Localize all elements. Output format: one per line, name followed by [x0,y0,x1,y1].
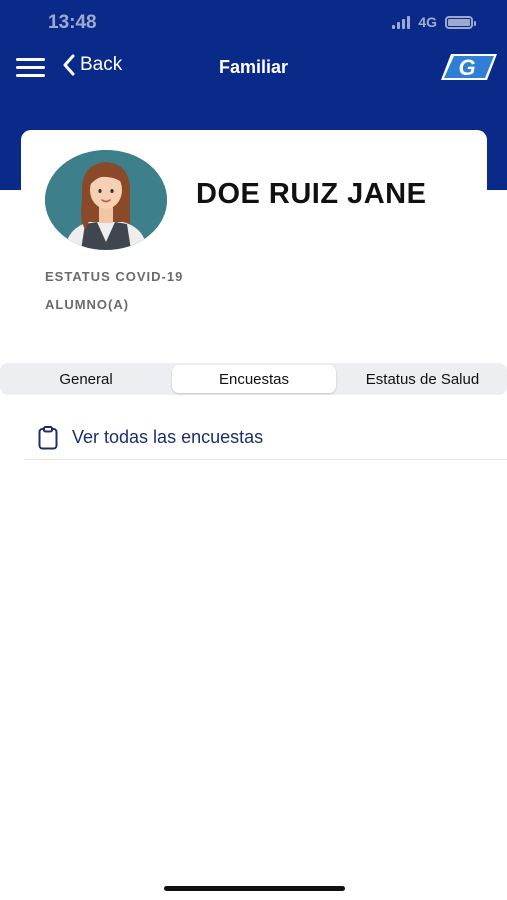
nav-bar: Back Familiar G [0,46,507,90]
tab-encuestas[interactable]: Encuestas [172,365,336,393]
network-type: 4G [418,14,437,30]
profile-name: DOE RUIZ JANE [196,178,427,210]
status-bar: 13:48 4G [0,0,507,46]
view-all-surveys-link[interactable]: Ver todas las encuestas [24,416,507,460]
profile-role: ALUMNO(A) [45,297,130,312]
home-indicator[interactable] [164,886,345,891]
battery-icon [445,15,476,29]
clipboard-icon [38,425,58,449]
woman-avatar-icon [45,150,167,250]
profile-card: DOE RUIZ JANE ESTATUS COVID-19 ALUMNO(A) [21,130,487,320]
tab-estatus-de-salud[interactable]: Estatus de Salud [338,365,507,393]
tab-general[interactable]: General [0,365,172,393]
covid-status-label: ESTATUS COVID-19 [45,269,184,284]
segmented-tabs: General Encuestas Estatus de Salud [0,363,507,395]
logo-text: G [458,55,475,80]
status-indicators: 4G [392,14,476,30]
page-title: Familiar [218,57,289,77]
app-logo: G [441,54,497,80]
signal-icon [392,15,411,29]
status-time: 13:48 [48,12,97,33]
view-all-surveys-label: Ver todas las encuestas [72,427,264,447]
